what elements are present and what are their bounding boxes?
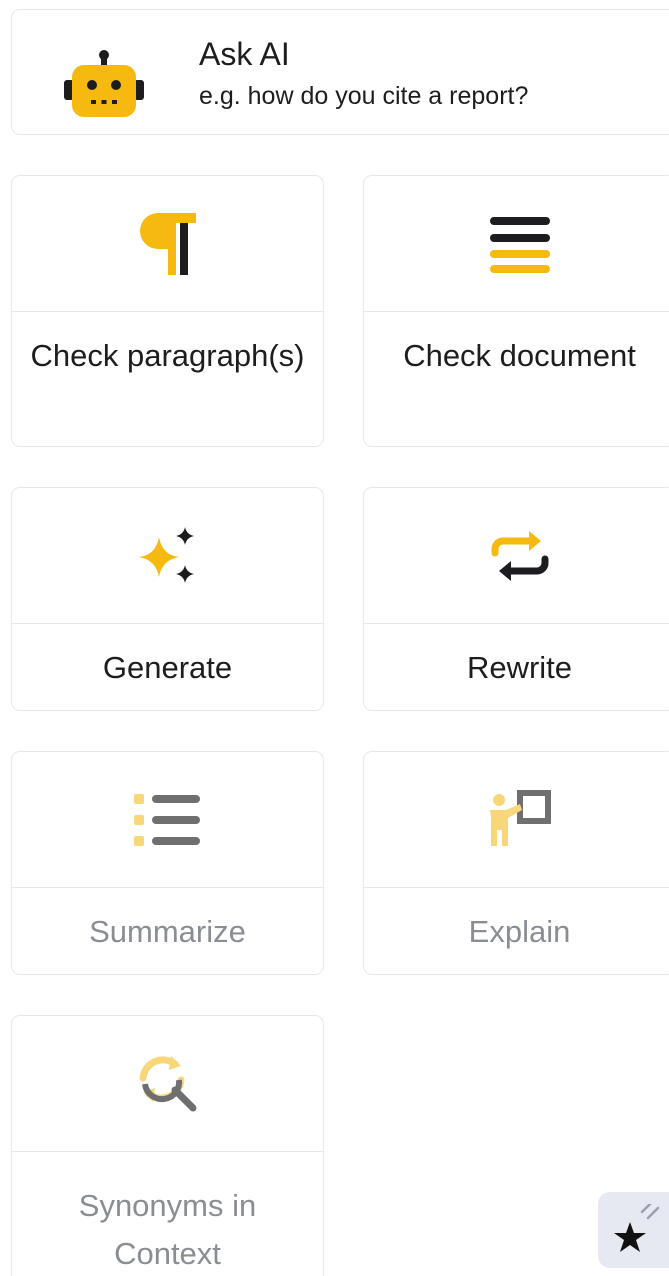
card-label: Synonyms in Context [78, 1188, 257, 1271]
ask-ai-title: Ask AI [199, 36, 290, 72]
card-icon-area [364, 176, 669, 312]
ask-ai-button[interactable]: Ask AI e.g. how do you cite a report? [11, 9, 669, 135]
synonyms-in-context-card[interactable]: Synonyms in Context [11, 1015, 324, 1276]
pilcrow-icon [139, 212, 196, 275]
card-label: Generate [102, 650, 233, 685]
card-icon-area [12, 176, 323, 312]
card-label: Summarize [89, 914, 246, 949]
list-icon [133, 793, 200, 846]
generate-card[interactable]: Generate [11, 487, 324, 711]
card-icon-area [364, 488, 669, 624]
rewrite-card[interactable]: Rewrite [363, 487, 669, 711]
card-label: Check paragraph(s) [30, 338, 305, 373]
explain-card[interactable]: Explain [363, 751, 669, 975]
check-document-card[interactable]: Check document [363, 175, 669, 447]
card-icon-area [12, 1016, 323, 1152]
robot-icon [64, 50, 144, 117]
summarize-card[interactable]: Summarize [11, 751, 324, 975]
check-paragraphs-card[interactable]: Check paragraph(s) [11, 175, 324, 447]
shooting-star-icon [614, 1204, 660, 1252]
presenter-icon [489, 789, 551, 846]
card-icon-area [364, 752, 669, 888]
card-icon-area [12, 488, 323, 624]
card-label: Check document [403, 338, 636, 373]
sparkles-icon [138, 526, 194, 583]
card-label: Explain [468, 914, 571, 949]
document-lines-icon [489, 216, 550, 273]
rewrite-arrows-icon [491, 530, 548, 581]
synonym-search-icon [139, 1055, 196, 1111]
ai-tools-panel: Ask AI e.g. how do you cite a report? Ch… [0, 0, 669, 1276]
ask-ai-subtitle: e.g. how do you cite a report? [199, 82, 529, 110]
card-icon-area [12, 752, 323, 888]
card-label: Rewrite [466, 650, 573, 685]
shooting-star-button[interactable] [598, 1192, 669, 1268]
